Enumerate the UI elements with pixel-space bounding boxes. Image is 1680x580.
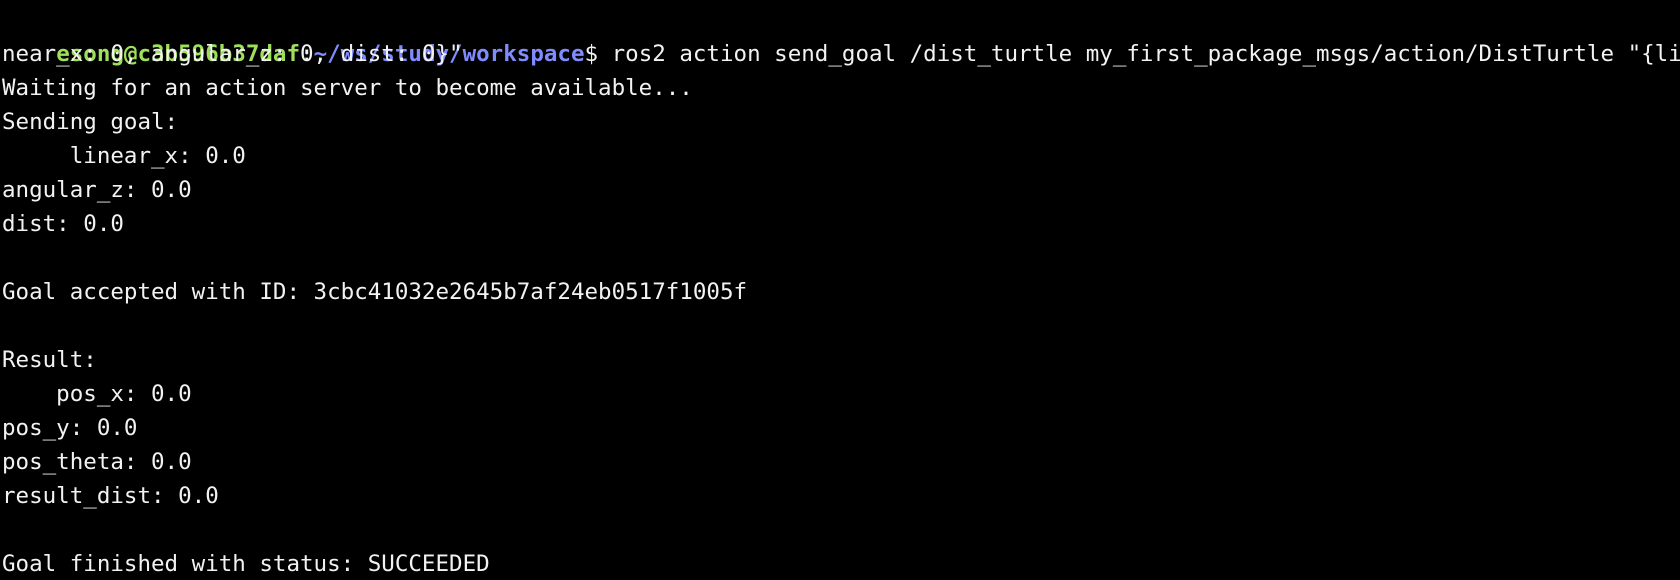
command-text: ros2 action send_goal /dist_turtle my_fi… bbox=[598, 41, 1680, 67]
terminal-window[interactable]: esong@c3b596b37daf:~/ws/study/workspace$… bbox=[0, 0, 1680, 580]
output-line: Goal finished with status: SUCCEEDED bbox=[2, 551, 490, 577]
prompt-symbol: $ bbox=[584, 41, 599, 67]
output-line: pos_y: 0.0 bbox=[2, 415, 138, 441]
output-line: result_dist: 0.0 bbox=[2, 483, 219, 509]
output-line: pos_theta: 0.0 bbox=[2, 449, 192, 475]
output-line: pos_x: 0.0 bbox=[2, 381, 192, 407]
output-line: Result: bbox=[2, 347, 97, 373]
output-line: Goal accepted with ID: 3cbc41032e2645b7a… bbox=[2, 279, 748, 305]
output-line: Sending goal: bbox=[2, 109, 179, 135]
output-line: dist: 0.0 bbox=[2, 211, 124, 237]
command-line: esong@c3b596b37daf:~/ws/study/workspace$… bbox=[2, 3, 1680, 67]
output-line: linear_x: 0.0 bbox=[2, 143, 246, 169]
output-line: near_x: 0, angular_z: 0, dist: 0}" bbox=[2, 41, 463, 67]
output-line: Waiting for an action server to become a… bbox=[2, 75, 693, 101]
output-line: angular_z: 0.0 bbox=[2, 177, 192, 203]
